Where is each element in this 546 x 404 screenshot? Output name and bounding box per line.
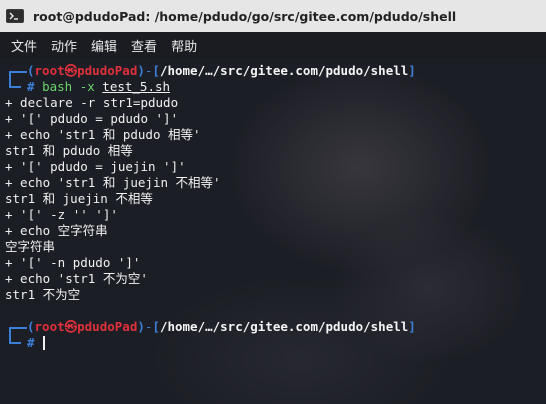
menu-view[interactable]: 查看 <box>131 36 157 55</box>
output-line: str1 和 pdudo 相等 <box>5 143 133 158</box>
prompt-hash: # <box>27 335 35 350</box>
prompt-close-bracket: ] <box>408 63 416 78</box>
prompt-corner-bottom <box>5 79 27 95</box>
output-line: + declare -r str1=pdudo <box>5 95 179 110</box>
menu-help[interactable]: 帮助 <box>171 36 197 55</box>
output-line: + '[' -z '' ']' <box>5 207 118 222</box>
output-line: + '[' pdudo = juejin ']' <box>5 159 186 174</box>
menu-edit[interactable]: 编辑 <box>91 36 117 55</box>
command-input-line[interactable]: # <box>5 335 546 351</box>
output-line: + echo 'str1 不为空' <box>5 271 148 286</box>
prompt-path: /home/…/src/gitee.com/pdudo/shell <box>159 319 409 334</box>
output-line: + echo 空字符串 <box>5 223 108 238</box>
window-title: root@pdudoPad: /home/pdudo/go/src/gitee.… <box>33 8 457 24</box>
command-line: # bash -x test_5.sh <box>5 79 546 95</box>
output-line: + echo 'str1 和 pdudo 相等' <box>5 127 201 142</box>
prompt-userhost: root㉿pdudoPad <box>34 319 138 334</box>
prompt-corner-top <box>5 319 27 335</box>
terminal-area[interactable]: (root㉿pdudoPad) -[/home/…/src/gitee.com/p… <box>0 58 546 404</box>
output-line: 空字符串 <box>5 239 56 254</box>
terminal-output: (root㉿pdudoPad) -[/home/…/src/gitee.com/p… <box>5 63 546 351</box>
prompt-close-paren: ) <box>137 319 145 334</box>
prompt-open-bracket: [ <box>152 63 160 78</box>
prompt-line: (root㉿pdudoPad) -[/home/…/src/gitee.com/p… <box>5 319 546 335</box>
prompt-corner-top <box>5 63 27 79</box>
title-bar: root@pdudoPad: /home/pdudo/go/src/gitee.… <box>0 0 546 32</box>
menu-action[interactable]: 动作 <box>51 36 77 55</box>
text-cursor <box>43 336 46 350</box>
menu-bar: 文件 动作 编辑 查看 帮助 <box>0 32 546 58</box>
prompt-hash: # <box>27 79 35 94</box>
prompt-close-bracket: ] <box>408 319 416 334</box>
prompt-close-paren: ) <box>137 63 145 78</box>
prompt-dash: - <box>144 63 153 78</box>
output-line: + '[' -n pdudo ']' <box>5 255 141 270</box>
prompt-open-bracket: [ <box>152 319 160 334</box>
prompt-dash: - <box>144 319 153 334</box>
terminal-icon <box>6 9 24 23</box>
output-line: str1 和 juejin 不相等 <box>5 191 153 206</box>
prompt-corner-bottom <box>5 335 27 351</box>
command-name: bash <box>42 79 73 94</box>
output-line: str1 不为空 <box>5 287 81 302</box>
output-line: + echo 'str1 和 juejin 不相等' <box>5 175 221 190</box>
prompt-open-paren: ( <box>27 319 35 334</box>
menu-file[interactable]: 文件 <box>11 36 37 55</box>
command-flag: -x <box>79 79 95 94</box>
prompt-path: /home/…/src/gitee.com/pdudo/shell <box>159 63 409 78</box>
prompt-line: (root㉿pdudoPad) -[/home/…/src/gitee.com/p… <box>5 63 546 79</box>
output-line: + '[' pdudo = pdudo ']' <box>5 111 179 126</box>
terminal-window: root@pdudoPad: /home/pdudo/go/src/gitee.… <box>0 0 546 404</box>
command-file: test_5.sh <box>102 79 171 94</box>
prompt-open-paren: ( <box>27 63 35 78</box>
prompt-userhost: root㉿pdudoPad <box>34 63 138 78</box>
